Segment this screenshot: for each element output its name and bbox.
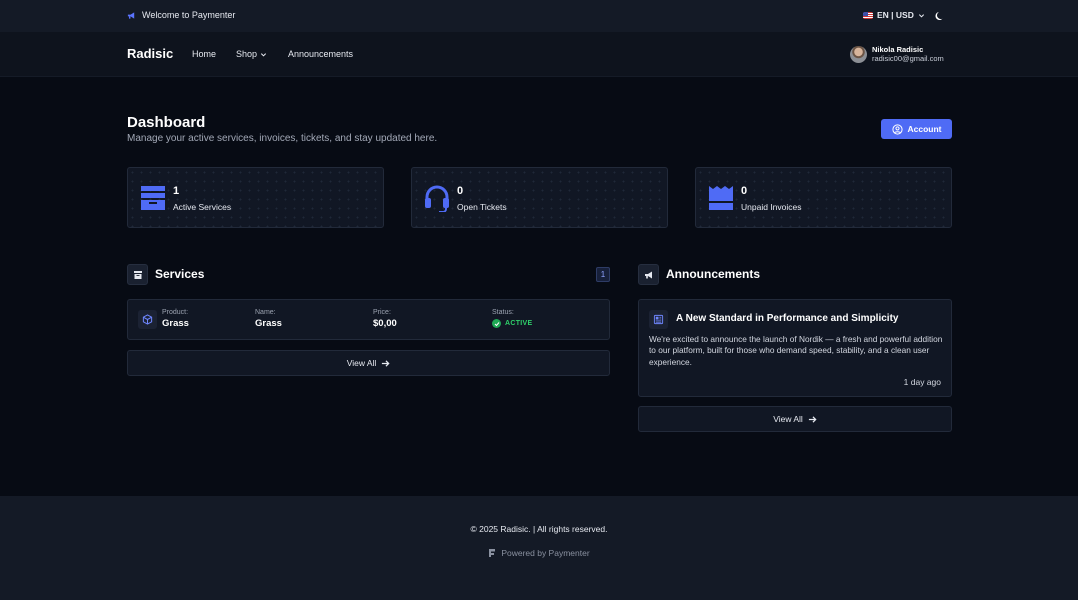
- announcements-view-all-button[interactable]: View All: [638, 406, 952, 432]
- services-title: Services: [155, 267, 205, 281]
- user-circle-icon: [891, 123, 903, 135]
- invoice-icon: [709, 186, 733, 210]
- announcements-title: Announcements: [666, 267, 761, 281]
- account-button[interactable]: Account: [881, 119, 952, 139]
- locale-text: EN | USD: [877, 10, 914, 20]
- service-product: Product: Grass: [162, 309, 189, 329]
- services-count-badge: 1: [596, 267, 610, 282]
- stat-card-unpaid-invoices[interactable]: 0 Unpaid Invoices: [695, 167, 952, 228]
- service-row[interactable]: Product: Grass Name: Grass Price: $0,00 …: [127, 299, 610, 340]
- stat-value: 0: [457, 185, 464, 197]
- cube-icon: [142, 314, 153, 325]
- product-label: Product:: [162, 309, 189, 316]
- announcements-section-icon: [638, 264, 659, 285]
- nav-home[interactable]: Home: [192, 49, 216, 59]
- user-menu[interactable]: Nikola Radisic radisic00@gmail.com: [850, 45, 944, 63]
- archive-box-icon: [133, 270, 142, 279]
- arrow-right-icon: [382, 359, 390, 367]
- stat-label: Active Services: [173, 202, 232, 212]
- announcement-icon-box: [649, 310, 668, 329]
- nav-shop-label: Shop: [236, 49, 258, 59]
- top-bar: Welcome to Paymenter EN | USD: [0, 0, 1078, 32]
- user-name: Nikola Radisic: [872, 45, 924, 54]
- services-view-all-button[interactable]: View All: [127, 350, 610, 376]
- paymenter-logo-icon: [489, 549, 496, 557]
- copyright-text: © 2025 Radisic. | All rights reserved.: [470, 524, 608, 534]
- stat-card-active-services[interactable]: 1 Active Services: [127, 167, 384, 228]
- account-button-label: Account: [907, 124, 942, 134]
- status-badge: ACTIVE: [505, 320, 533, 327]
- price-label: Price:: [373, 309, 391, 316]
- user-email: radisic00@gmail.com: [872, 54, 944, 63]
- service-name: Name: Grass: [255, 309, 282, 329]
- chevron-down-icon: [918, 13, 924, 18]
- newspaper-icon: [653, 314, 664, 325]
- locale-selector[interactable]: EN | USD: [863, 10, 925, 20]
- stat-value: 0: [741, 185, 748, 197]
- megaphone-icon: [127, 11, 135, 19]
- moon-icon[interactable]: [934, 10, 946, 22]
- us-flag-icon: [863, 11, 873, 19]
- megaphone-icon: [644, 271, 652, 278]
- archive-box-icon: [141, 186, 165, 210]
- service-price: Price: $0,00: [373, 309, 397, 329]
- announcement-body: We're excited to announce the launch of …: [649, 334, 943, 367]
- announcement-card[interactable]: A New Standard in Performance and Simpli…: [638, 299, 952, 397]
- stat-card-open-tickets[interactable]: 0 Open Tickets: [411, 167, 668, 228]
- brand-logo[interactable]: Radisic: [127, 46, 173, 61]
- page-subtitle: Manage your active services, invoices, t…: [127, 133, 438, 144]
- nav-announcements[interactable]: Announcements: [288, 49, 353, 59]
- announcement-time: 1 day ago: [903, 377, 941, 387]
- view-all-label: View All: [773, 414, 803, 424]
- chevron-down-icon: [260, 52, 267, 57]
- nav-shop[interactable]: Shop: [236, 49, 267, 59]
- avatar: [850, 45, 867, 63]
- stat-label: Open Tickets: [457, 202, 507, 212]
- page-title: Dashboard: [127, 114, 206, 131]
- status-label: Status:: [492, 309, 514, 316]
- name-value: Grass: [255, 318, 282, 329]
- services-section-icon: [127, 264, 148, 285]
- check-circle-icon: [492, 319, 501, 328]
- announcement-title[interactable]: A New Standard in Performance and Simpli…: [676, 313, 898, 324]
- stat-label: Unpaid Invoices: [741, 202, 802, 212]
- powered-by[interactable]: Powered by Paymenter: [0, 548, 1078, 558]
- powered-by-text: Powered by Paymenter: [501, 548, 590, 558]
- footer: © 2025 Radisic. | All rights reserved. P…: [0, 496, 1078, 600]
- arrow-right-icon: [808, 415, 817, 423]
- welcome-banner: Welcome to Paymenter: [127, 10, 235, 20]
- stat-value: 1: [173, 185, 180, 197]
- product-value: Grass: [162, 318, 189, 329]
- price-value: $0,00: [373, 318, 397, 329]
- service-status: Status: ACTIVE: [492, 309, 532, 328]
- welcome-text: Welcome to Paymenter: [142, 10, 236, 20]
- navbar: Radisic Home Shop Announcements Nikola R…: [0, 32, 1078, 77]
- view-all-label: View All: [346, 358, 377, 368]
- headset-icon: [425, 185, 449, 212]
- name-label: Name:: [255, 309, 276, 316]
- service-icon-box: [138, 310, 157, 329]
